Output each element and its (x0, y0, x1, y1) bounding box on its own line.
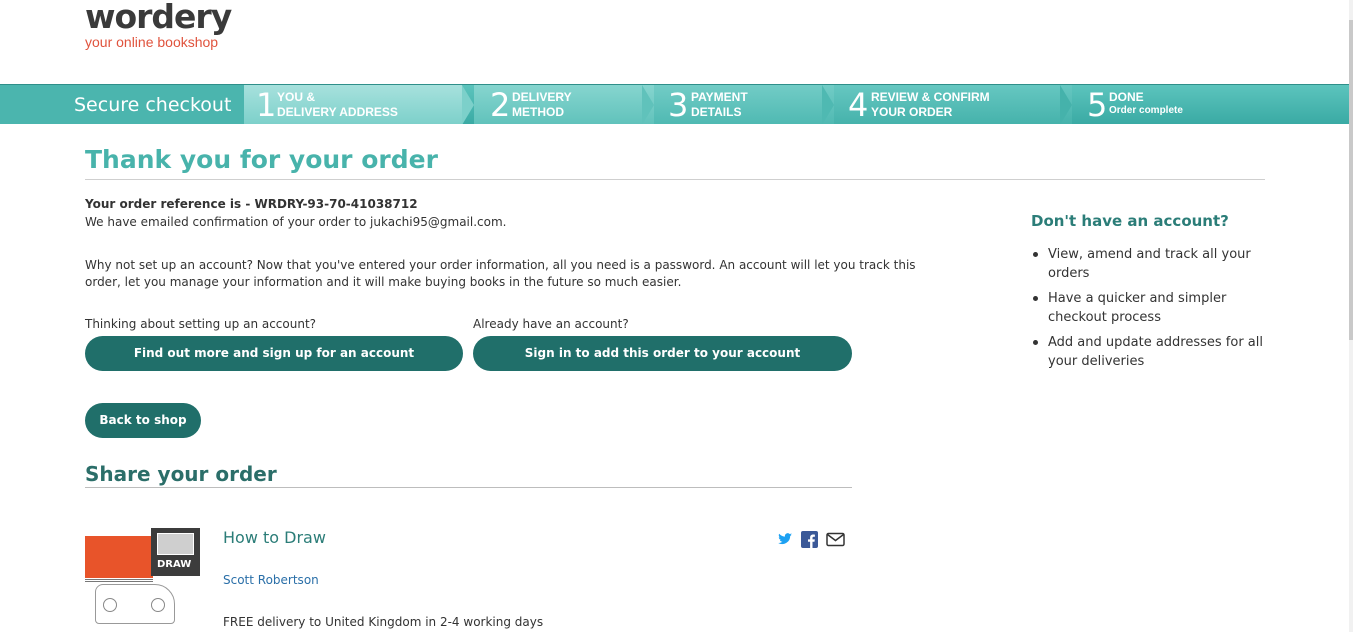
title-divider (85, 179, 1265, 180)
step-3-number: 3 (668, 86, 689, 124)
book-delivery-info: FREE delivery to United Kingdom in 2-4 w… (223, 615, 544, 629)
step-4-number: 4 (848, 86, 869, 124)
twitter-icon[interactable] (777, 531, 793, 548)
book-author-link[interactable]: Scott Robertson (223, 573, 319, 587)
page-title: Thank you for your order (85, 145, 438, 174)
sidebar-benefit-item: View, amend and track all your orders (1031, 245, 1271, 283)
step-4-arrow (1060, 85, 1072, 124)
signup-prompt: Thinking about setting up an account? (85, 317, 317, 331)
step-3-arrow (822, 85, 834, 124)
signup-button[interactable]: Find out more and sign up for an account (85, 336, 463, 371)
share-order-heading: Share your order (85, 462, 277, 486)
benefit-line: Have a quicker and simpler (1048, 291, 1227, 306)
step-2-number: 2 (490, 86, 511, 124)
benefit-line: View, amend and track all your (1048, 247, 1251, 262)
sidebar-heading: Don't have an account? (1031, 212, 1229, 230)
step-5-number: 5 (1087, 86, 1108, 124)
cover-title-text: DRAW (157, 559, 192, 570)
step-3-label-1: PAYMENT (691, 90, 748, 104)
benefit-line: checkout process (1048, 310, 1161, 325)
cover-thumbnail (157, 533, 194, 555)
step-4-label-1: REVIEW & CONFIRM (871, 90, 990, 104)
checkout-progress-bar: Secure checkout 1 YOU & DELIVERY ADDRESS… (0, 84, 1349, 124)
back-to-shop-button[interactable]: Back to shop (85, 403, 201, 438)
step-4-label-2: YOUR ORDER (871, 105, 953, 119)
step-2-label-1: DELIVERY (512, 90, 572, 104)
email-confirmation: We have emailed confirmation of your ord… (85, 215, 507, 229)
logo-wordmark: wordery (85, 0, 232, 36)
book-title-link[interactable]: How to Draw (223, 528, 326, 547)
book-cover-image[interactable]: DRAW (85, 528, 200, 632)
facebook-icon[interactable] (801, 531, 818, 548)
page-scrollbar[interactable] (1349, 0, 1353, 632)
step-5-label-2: Order complete (1109, 105, 1183, 116)
order-reference: Your order reference is - WRDRY-93-70-41… (85, 197, 418, 211)
step-2-arrow (642, 85, 654, 124)
account-pitch-line-1: Why not set up an account? Now that you'… (85, 258, 916, 272)
share-divider (85, 487, 852, 488)
step-1-arrow (462, 85, 474, 124)
benefit-line: Add and update addresses for all (1048, 335, 1264, 350)
wordery-logo[interactable]: wordery your online bookshop (85, 0, 232, 50)
email-icon[interactable] (826, 531, 845, 548)
cover-lines (85, 579, 153, 582)
signin-prompt: Already have an account? (473, 317, 629, 331)
benefit-line: orders (1048, 266, 1090, 281)
step-1-number: 1 (256, 86, 277, 124)
step-2-label-2: METHOD (512, 105, 564, 119)
secure-checkout-label: Secure checkout (0, 85, 244, 124)
scrollbar-thumb[interactable] (1349, 20, 1353, 340)
account-pitch-line-2: order, let you manage your information a… (85, 275, 682, 289)
sidebar-benefits-list: View, amend and track all your orders Ha… (1031, 245, 1271, 377)
signin-button[interactable]: Sign in to add this order to your accoun… (473, 336, 852, 371)
cover-orange-panel (85, 536, 153, 578)
logo-tagline: your online bookshop (85, 34, 219, 50)
step-1-label-2: DELIVERY ADDRESS (277, 105, 398, 119)
step-5-label-1: DONE (1109, 90, 1144, 104)
cover-sketch-wheel-right (151, 598, 165, 612)
sidebar-benefit-item: Add and update addresses for all your de… (1031, 333, 1271, 371)
cover-sketch-wheel-left (103, 598, 117, 612)
step-3-label-2: DETAILS (691, 105, 742, 119)
benefit-line: your deliveries (1048, 354, 1145, 369)
step-1-label-1: YOU & (277, 90, 316, 104)
sidebar-benefit-item: Have a quicker and simpler checkout proc… (1031, 289, 1271, 327)
